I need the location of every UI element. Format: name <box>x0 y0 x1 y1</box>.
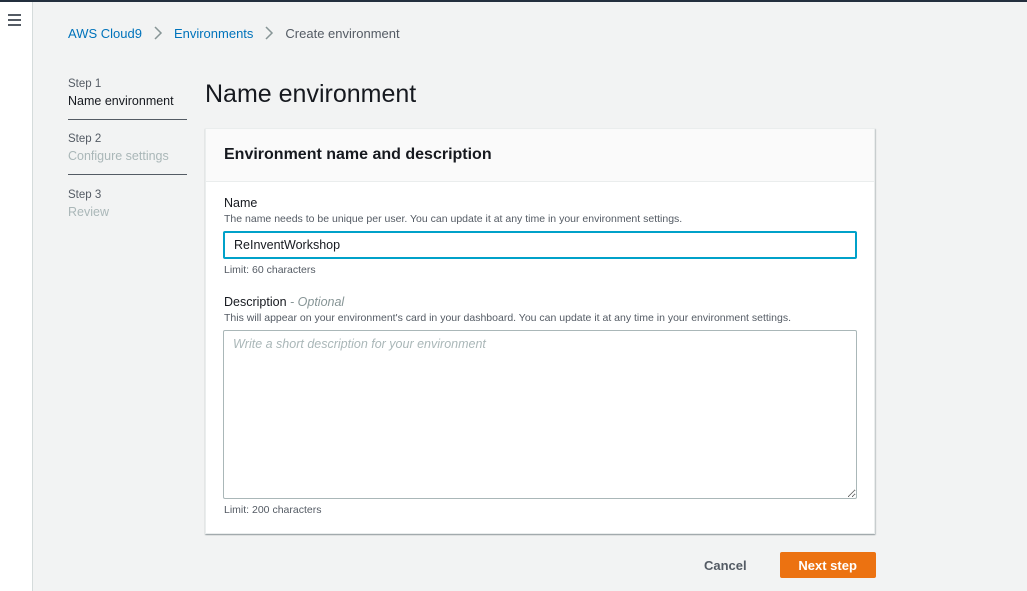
step-title: Configure settings <box>68 149 169 163</box>
step-title: Review <box>68 205 109 219</box>
top-bar <box>0 0 1027 2</box>
description-label-row: Description - Optional <box>224 295 344 309</box>
step-number: Step 2 <box>68 133 102 145</box>
environment-description-textarea[interactable] <box>223 330 857 499</box>
breadcrumb-current-page: Create environment <box>285 25 400 41</box>
breadcrumb-link-aws-cloud9[interactable]: AWS Cloud9 <box>68 26 142 41</box>
optional-tag: - Optional <box>290 295 345 309</box>
wizard-step-3: Step 3 Review <box>68 185 187 221</box>
step-title: Name environment <box>68 94 174 108</box>
page-title: Name environment <box>205 80 417 108</box>
name-description: The name needs to be unique per user. Yo… <box>224 213 683 225</box>
cancel-button[interactable]: Cancel <box>690 552 761 578</box>
chevron-right-icon <box>265 26 274 40</box>
chevron-right-icon <box>154 26 162 40</box>
side-navigation-rail <box>0 2 33 591</box>
description-limit-text: Limit: 200 characters <box>224 504 322 516</box>
step-divider <box>68 119 187 120</box>
wizard-step-1[interactable]: Step 1 Name environment <box>68 74 187 110</box>
wizard-step-2: Step 2 Configure settings <box>68 129 187 165</box>
breadcrumb: AWS Cloud9 Environments Create environme… <box>68 24 400 42</box>
next-step-button[interactable]: Next step <box>779 552 876 578</box>
panel-header: Environment name and description <box>206 129 874 182</box>
hamburger-menu-icon[interactable] <box>8 14 21 26</box>
environment-details-panel: Environment name and description Name Th… <box>205 128 875 534</box>
description-help-text: This will appear on your environment's c… <box>224 312 791 324</box>
breadcrumb-link-environments[interactable]: Environments <box>174 26 253 41</box>
name-limit-text: Limit: 60 characters <box>224 264 316 276</box>
panel-title: Environment name and description <box>224 146 492 163</box>
wizard-actions: Cancel Next step <box>690 552 876 578</box>
step-number: Step 1 <box>68 78 102 90</box>
description-label: Description <box>224 295 287 309</box>
name-label: Name <box>224 196 258 210</box>
environment-name-input[interactable] <box>223 231 857 259</box>
step-divider <box>68 174 187 175</box>
step-number: Step 3 <box>68 189 102 201</box>
